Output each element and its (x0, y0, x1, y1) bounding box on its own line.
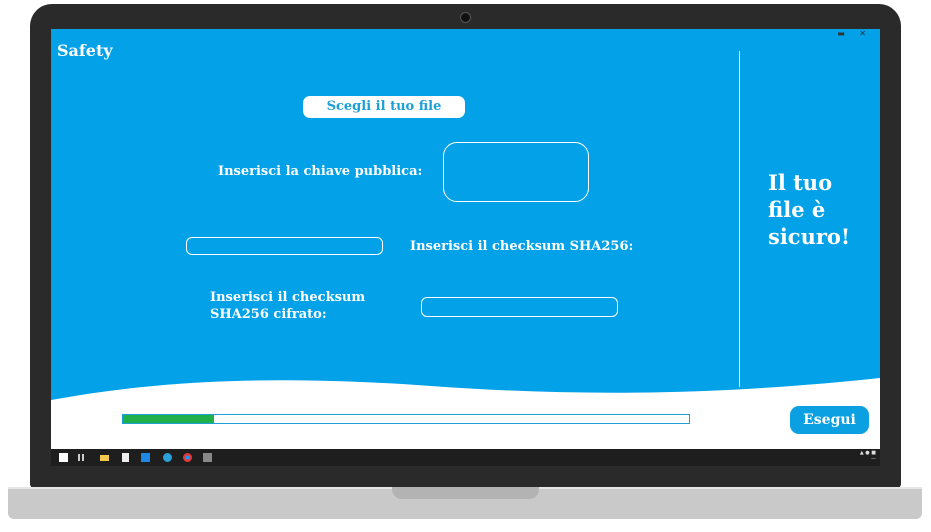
laptop-hinge-notch (392, 487, 539, 499)
encrypted-checksum-field[interactable] (421, 297, 618, 319)
status-line-3: sicuro! (768, 224, 851, 249)
status-line-1: Il tuo (768, 170, 833, 195)
taskbar: ▲ ● ■ — (51, 449, 880, 466)
run-button[interactable]: Esegui (790, 406, 869, 434)
checksum-label: Inserisci il checksum SHA256: (410, 239, 634, 254)
app-title: Safety (57, 41, 113, 60)
status-message: Il tuo file è sicuro! (768, 169, 878, 250)
file-explorer-icon[interactable] (100, 453, 109, 462)
public-key-input[interactable] (444, 143, 588, 201)
progress-bar-fill (123, 415, 214, 423)
checksum-input[interactable] (187, 241, 382, 258)
encrypted-checksum-label-line2: SHA256 cifrato: (210, 307, 327, 322)
window-controls[interactable]: ▬ ✕ (837, 29, 872, 38)
system-tray[interactable]: ▲ ● ■ — (860, 450, 876, 462)
start-icon[interactable] (59, 453, 68, 462)
app-icon[interactable] (203, 453, 212, 462)
public-key-label: Inserisci la chiave pubblica: (218, 164, 423, 179)
encrypted-checksum-input[interactable] (422, 300, 617, 319)
checksum-field[interactable] (186, 237, 383, 258)
progress-bar (122, 414, 690, 424)
document-icon[interactable] (121, 453, 130, 462)
webcam-icon (460, 12, 471, 23)
task-view-icon[interactable] (77, 453, 86, 462)
chrome-icon[interactable] (183, 453, 192, 462)
edge-icon[interactable] (163, 453, 172, 462)
status-line-2: file è (768, 197, 826, 222)
choose-file-button[interactable]: Scegli il tuo file (303, 96, 465, 118)
encrypted-checksum-label-line1: Inserisci il checksum (210, 290, 366, 305)
vscode-icon[interactable] (141, 453, 150, 462)
encrypted-checksum-label: Inserisci il checksum SHA256 cifrato: (210, 289, 365, 323)
public-key-field[interactable] (443, 142, 589, 202)
app-window: Safety ▬ ✕ Scegli il tuo file Inserisci … (51, 29, 880, 466)
side-divider (739, 51, 740, 387)
